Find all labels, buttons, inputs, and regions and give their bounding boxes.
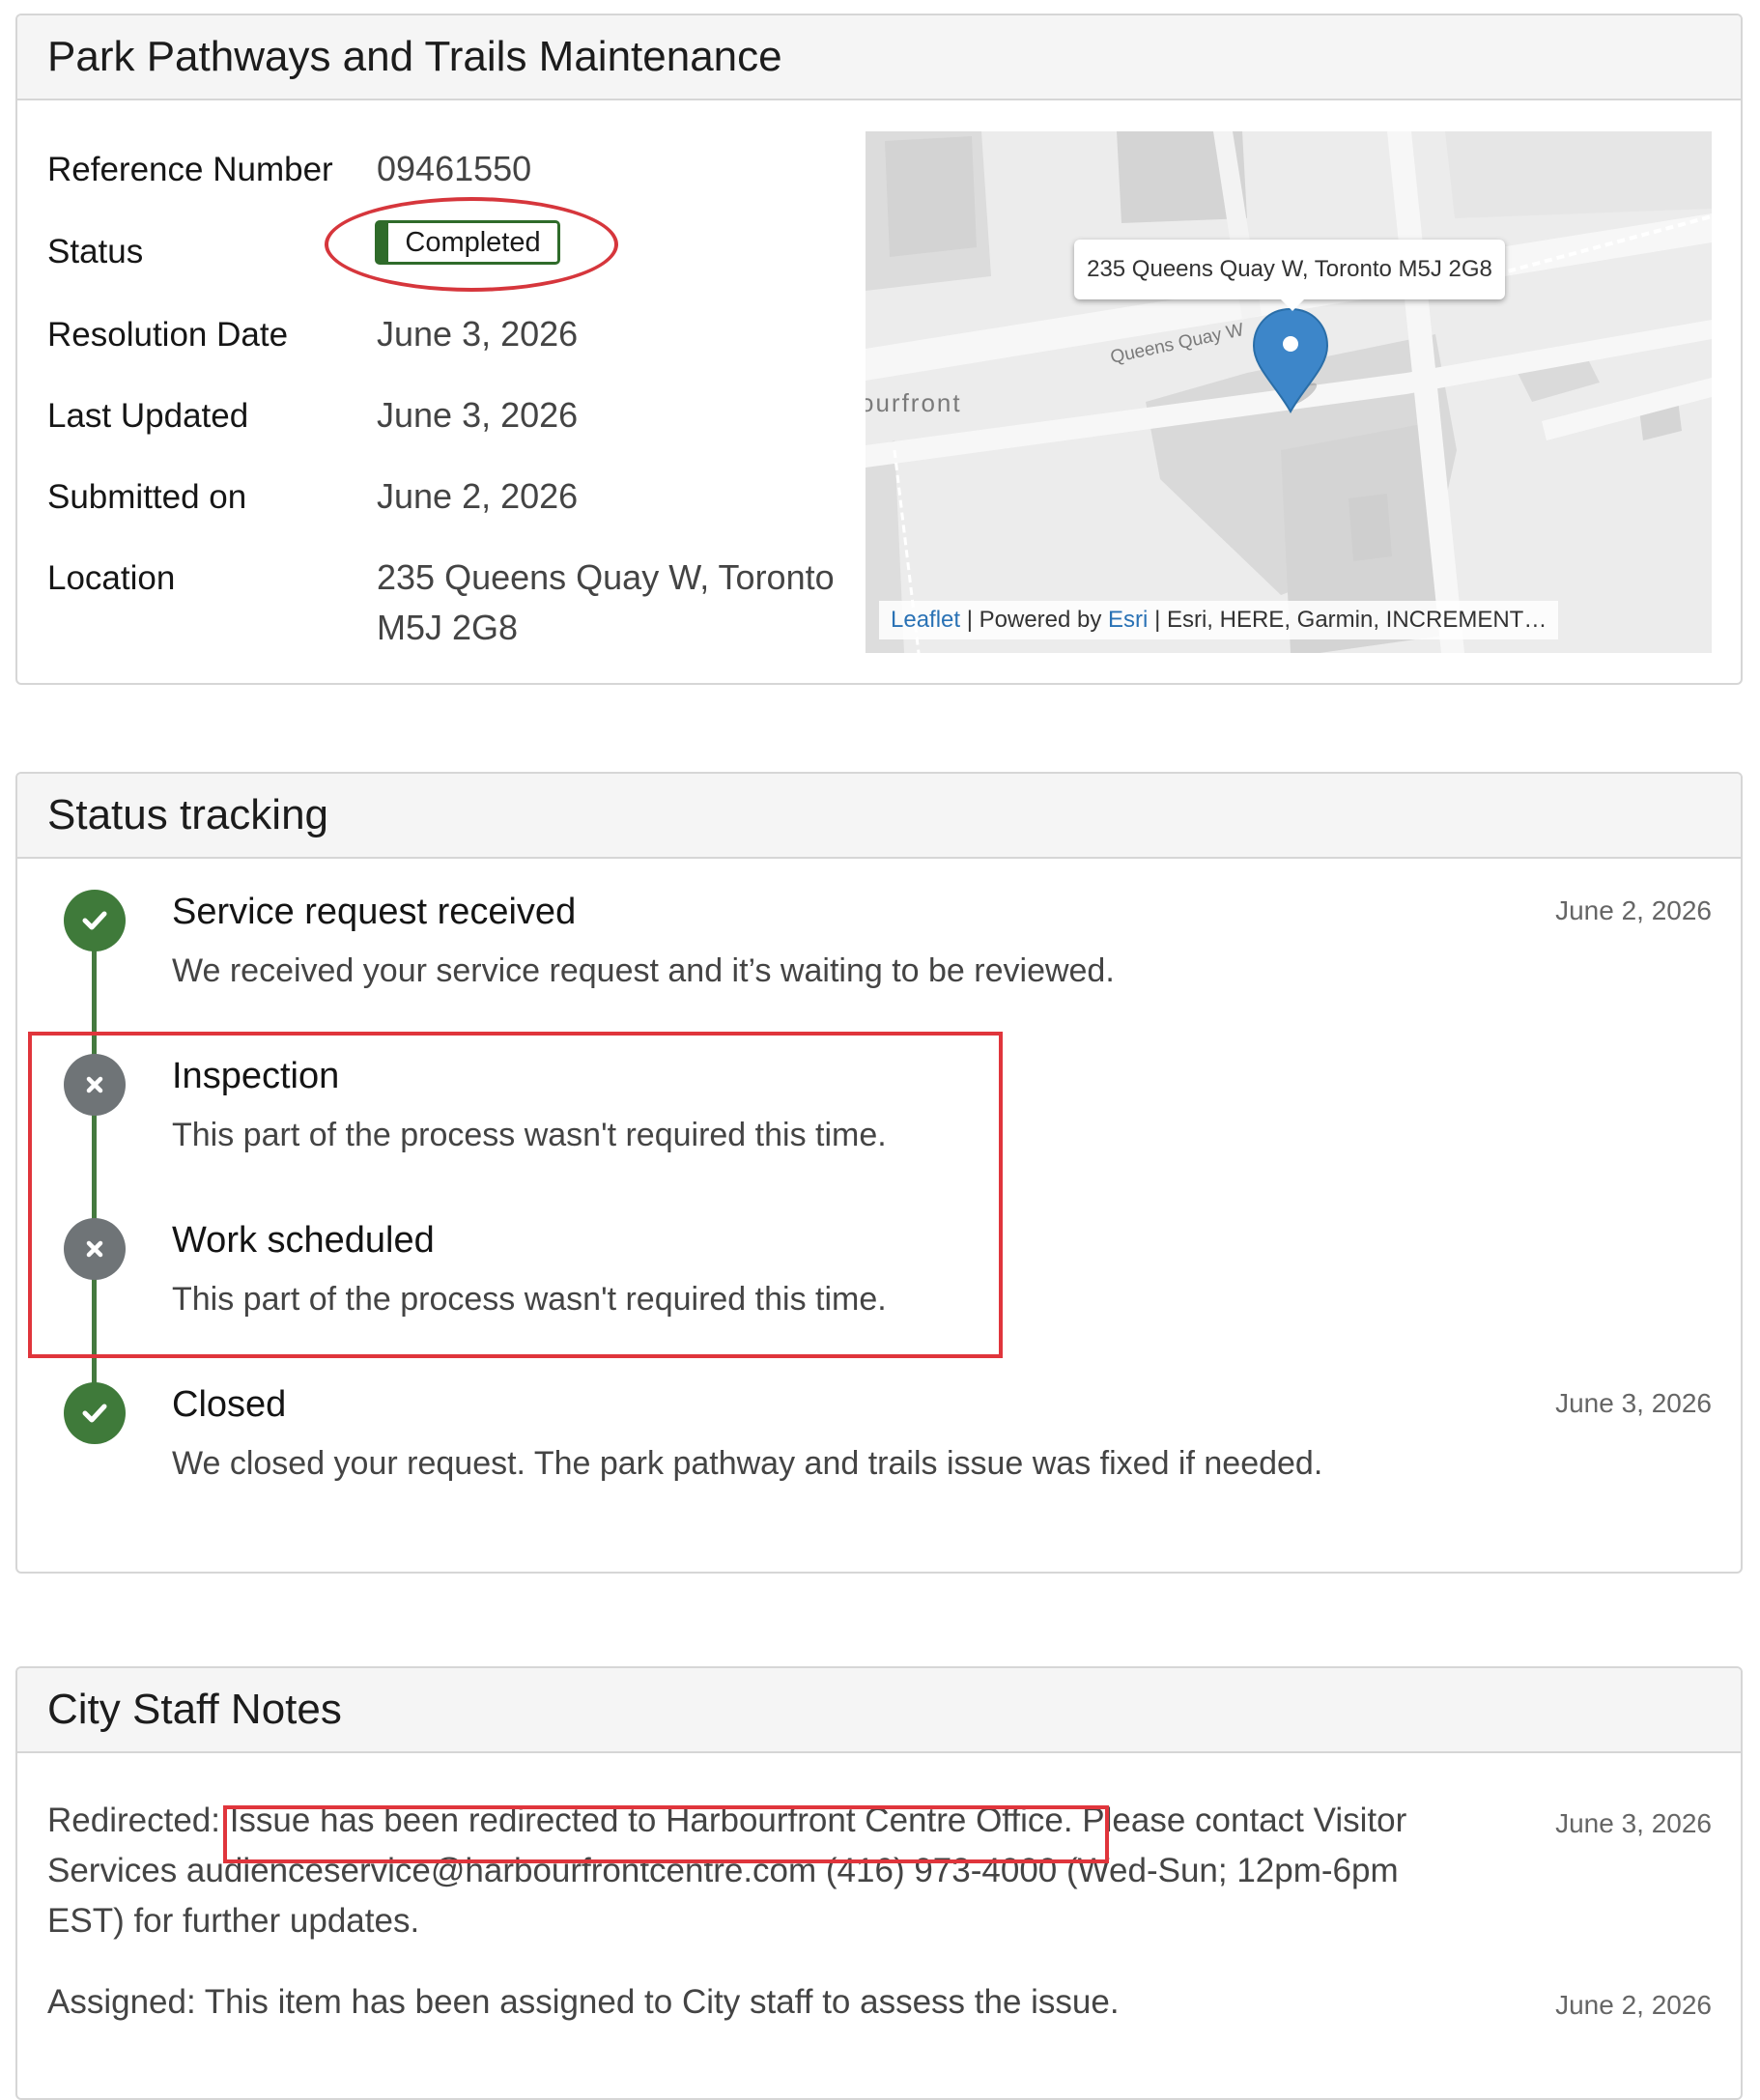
step-closed-title: Closed bbox=[172, 1384, 287, 1425]
esri-link[interactable]: Esri bbox=[1108, 607, 1148, 634]
status-badge: Completed bbox=[375, 220, 560, 265]
step-received-description: We received your service request and it’… bbox=[172, 952, 1115, 989]
note-assigned-date: June 2, 2026 bbox=[1555, 1990, 1712, 2020]
step-received-title: Service request received bbox=[172, 892, 577, 932]
step-received-check-icon bbox=[64, 890, 126, 951]
step-closed-date: June 3, 2026 bbox=[1555, 1388, 1712, 1418]
request-details-card: Park Pathways and Trails Maintenance Ref… bbox=[15, 14, 1743, 685]
submitted-on-value: June 2, 2026 bbox=[377, 476, 579, 516]
status-tracking-title: Status tracking bbox=[47, 791, 329, 838]
step-inspection-description: This part of the process wasn't required… bbox=[172, 1117, 887, 1153]
reference-number-value: 09461550 bbox=[377, 149, 532, 188]
step-work-scheduled-x-icon bbox=[64, 1218, 126, 1280]
step-work-scheduled-title: Work scheduled bbox=[172, 1220, 435, 1261]
reference-number-label: Reference Number bbox=[47, 151, 333, 188]
request-details-header: Park Pathways and Trails Maintenance bbox=[17, 15, 1741, 100]
step-inspection-title: Inspection bbox=[172, 1056, 340, 1096]
location-value-line1: 235 Queens Quay W, Toronto bbox=[377, 557, 835, 597]
last-updated-value: June 3, 2026 bbox=[377, 395, 579, 435]
staff-notes-card: City Staff Notes Redirected: Issue has b… bbox=[15, 1666, 1743, 2100]
location-map[interactable]: Queens Quay W ourfront 235 Queens Quay W… bbox=[866, 131, 1712, 653]
note-redirected-date: June 3, 2026 bbox=[1555, 1808, 1712, 1838]
leaflet-link[interactable]: Leaflet bbox=[891, 607, 960, 634]
step-work-scheduled-description: This part of the process wasn't required… bbox=[172, 1281, 887, 1318]
request-title: Park Pathways and Trails Maintenance bbox=[47, 33, 782, 80]
timeline-line bbox=[92, 921, 97, 1396]
step-inspection-x-icon bbox=[64, 1054, 126, 1116]
staff-notes-title: City Staff Notes bbox=[47, 1686, 342, 1733]
resolution-date-label: Resolution Date bbox=[47, 316, 289, 354]
resolution-date-value: June 3, 2026 bbox=[377, 314, 579, 354]
note-assigned-text: Assigned: This item has been assigned to… bbox=[47, 1983, 1120, 2021]
status-tracking-card: Status tracking Service request received… bbox=[15, 772, 1743, 1574]
status-tracking-header: Status tracking bbox=[17, 774, 1741, 859]
step-closed-description: We closed your request. The park pathway… bbox=[172, 1445, 1323, 1482]
step-closed-check-icon bbox=[64, 1382, 126, 1444]
location-label: Location bbox=[47, 559, 176, 597]
map-attribution: Leaflet | Powered by Esri | Esri, HERE, … bbox=[879, 601, 1559, 639]
last-updated-label: Last Updated bbox=[47, 397, 249, 435]
note-redirected-text: Redirected: Issue has been redirected to… bbox=[47, 1802, 1407, 1940]
step-received-date: June 2, 2026 bbox=[1555, 895, 1712, 925]
powered-by-text: | Powered by bbox=[966, 607, 1102, 633]
staff-notes-header: City Staff Notes bbox=[17, 1668, 1741, 1753]
status-label: Status bbox=[47, 233, 144, 270]
map-sources-text: | Esri, HERE, Garmin, INCREMENT… bbox=[1154, 607, 1547, 633]
submitted-on-label: Submitted on bbox=[47, 478, 247, 516]
location-value-line2: M5J 2G8 bbox=[377, 608, 519, 647]
map-tiles: Queens Quay W ourfront bbox=[866, 131, 1712, 653]
map-popup: 235 Queens Quay W, Toronto M5J 2G8 bbox=[1074, 240, 1505, 311]
map-area-label: ourfront bbox=[866, 388, 962, 417]
